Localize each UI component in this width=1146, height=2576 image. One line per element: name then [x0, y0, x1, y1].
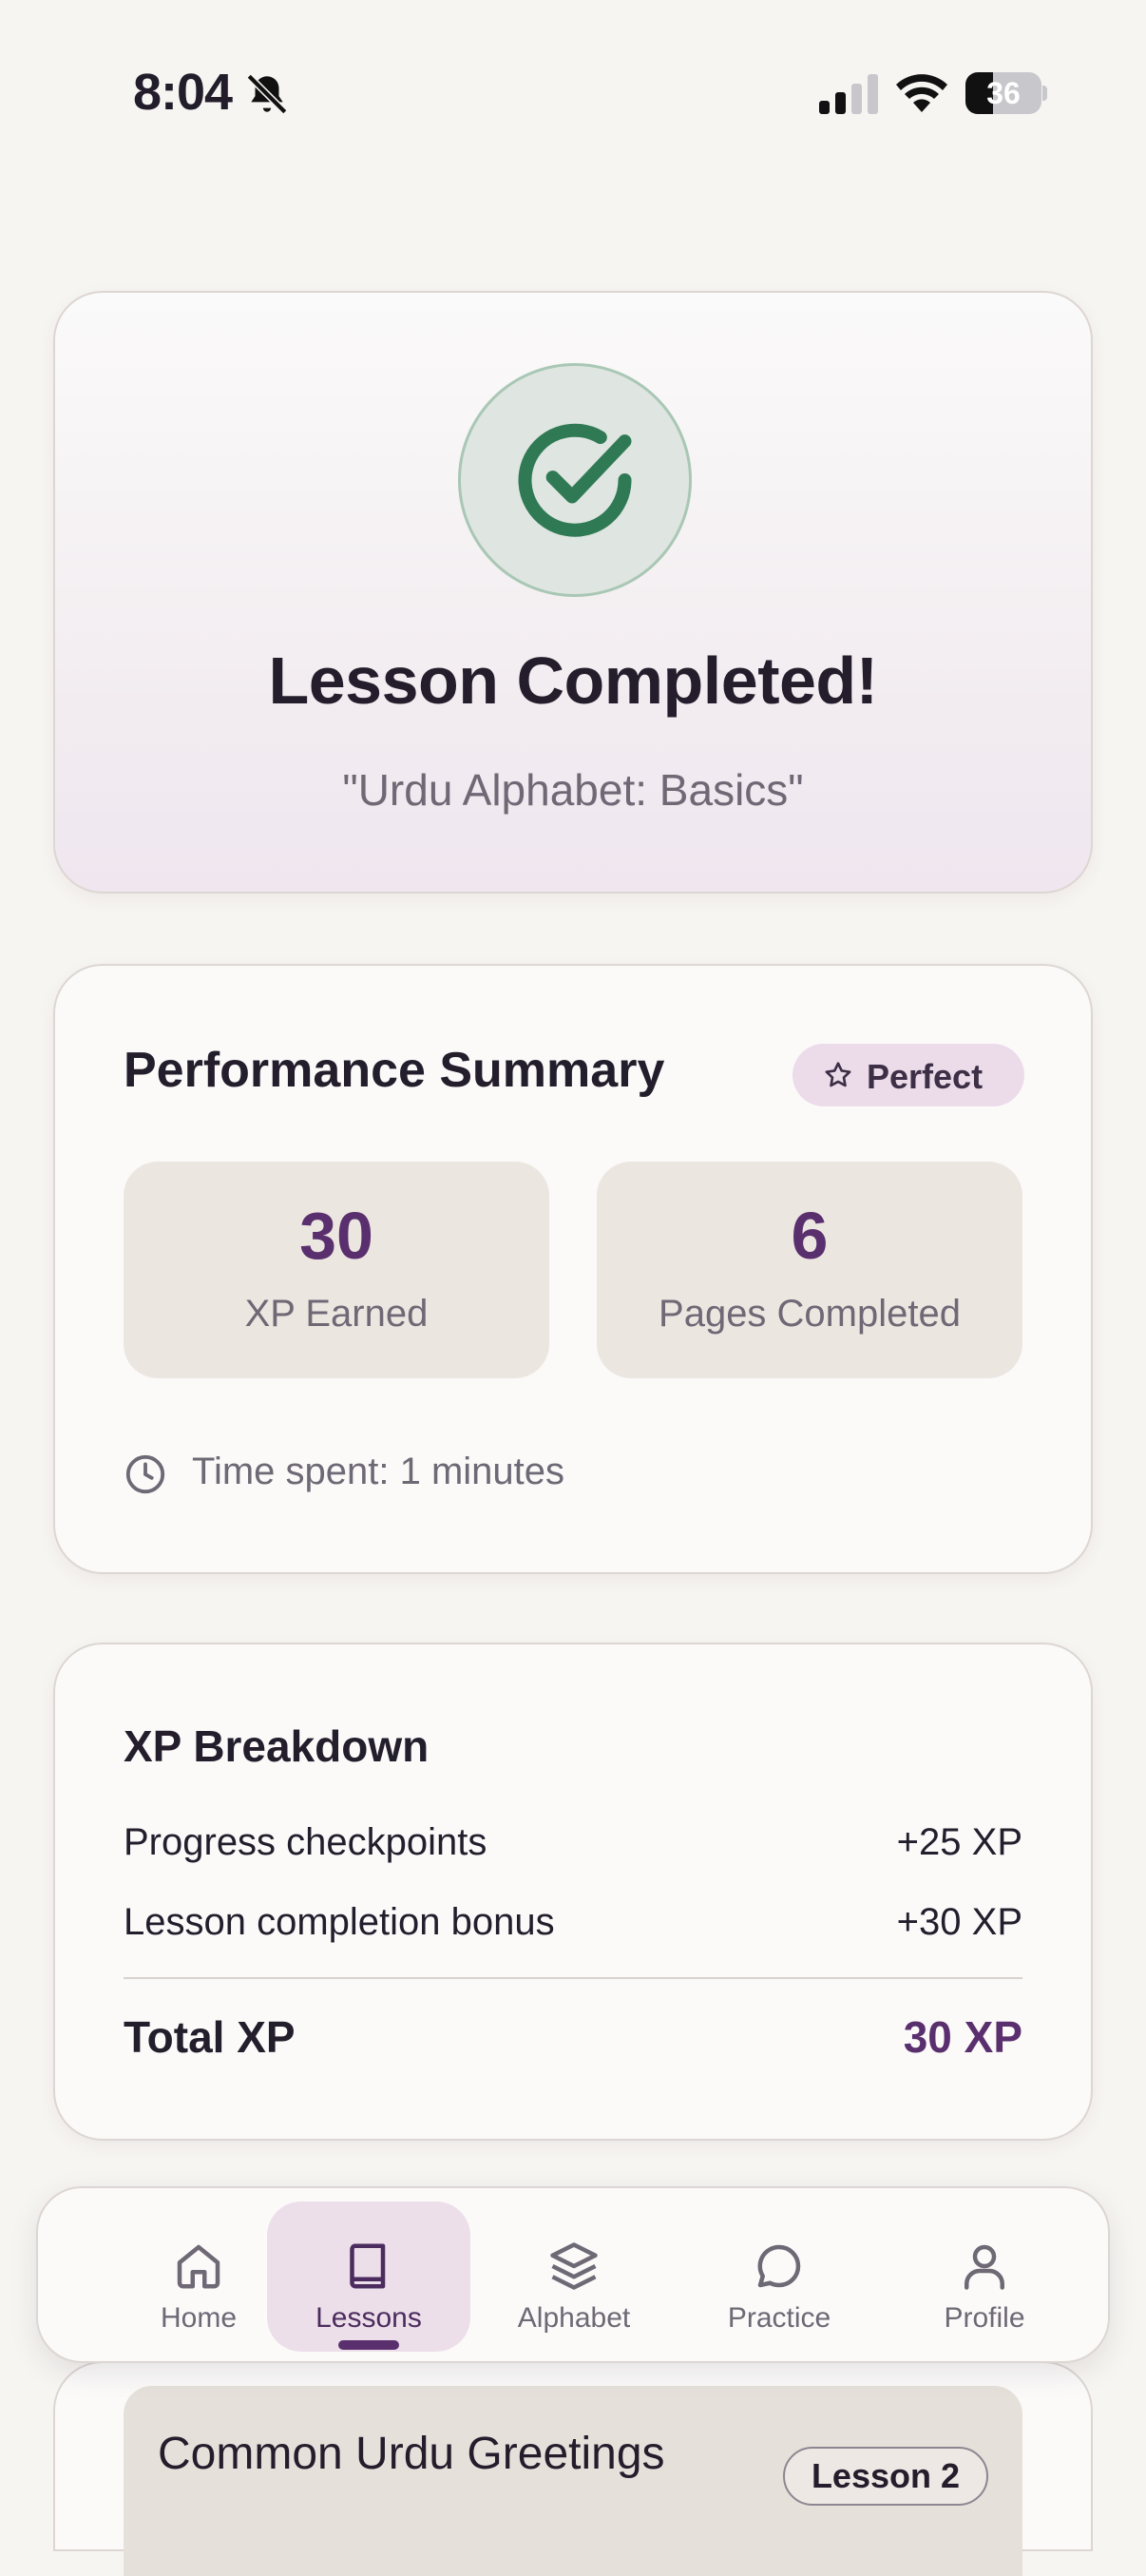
- check-circle-icon: [518, 423, 632, 537]
- stat-value: 30: [299, 1199, 373, 1273]
- tab-label: Practice: [727, 2302, 831, 2334]
- divider: [124, 1977, 1022, 1979]
- battery-icon: 36: [965, 72, 1047, 114]
- completion-title: Lesson Completed!: [268, 644, 878, 718]
- battery-level: 36: [986, 76, 1021, 110]
- cellular-signal-icon: [819, 74, 878, 114]
- success-badge: [458, 363, 692, 597]
- xp-breakdown-heading: XP Breakdown: [124, 1721, 430, 1771]
- wifi-icon: [896, 74, 947, 112]
- xp-breakdown-card: XP Breakdown Progress checkpoints +25 XP…: [53, 1643, 1093, 2141]
- tab-practice[interactable]: Practice: [678, 2201, 881, 2352]
- xp-row: Lesson completion bonus +30 XP: [124, 1901, 1022, 1944]
- status-bar: 8:04 36: [0, 0, 1146, 190]
- stat-label: Pages Completed: [659, 1293, 961, 1335]
- stat-label: XP Earned: [244, 1293, 429, 1335]
- tab-alphabet[interactable]: Alphabet: [472, 2201, 676, 2352]
- book-icon: [350, 2243, 386, 2289]
- tab-label: Lessons: [315, 2302, 422, 2334]
- bell-muted-icon: [246, 73, 288, 115]
- xp-row-label: Progress checkpoints: [124, 1821, 487, 1863]
- xp-earned-stat: 30 XP Earned: [124, 1162, 549, 1378]
- stat-value: 6: [791, 1199, 829, 1273]
- next-lesson-card: Common Urdu Greetings Lesson 2: [53, 2361, 1093, 2576]
- next-lesson-item[interactable]: Common Urdu Greetings Lesson 2: [124, 2386, 1022, 2576]
- xp-row-amount: +25 XP: [896, 1821, 1022, 1863]
- xp-total-amount: 30 XP: [903, 2012, 1022, 2062]
- xp-row: Progress checkpoints +25 XP: [124, 1821, 1022, 1864]
- xp-total-label: Total XP: [124, 2012, 296, 2062]
- active-tab-indicator: [338, 2340, 399, 2350]
- lesson-number-badge: Lesson 2: [782, 2447, 988, 2506]
- completion-card: Lesson Completed! "Urdu Alphabet: Basics…: [53, 291, 1093, 894]
- clock-icon: [125, 1454, 165, 1494]
- tab-lessons[interactable]: Lessons: [267, 2201, 470, 2352]
- pages-completed-stat: 6 Pages Completed: [597, 1162, 1022, 1378]
- next-lesson-title: Common Urdu Greetings: [158, 2429, 665, 2479]
- badge-label: Perfect: [867, 1057, 984, 1096]
- home-icon: [177, 2244, 220, 2289]
- performance-summary-card: Performance Summary Perfect 30 XP Earned…: [53, 964, 1093, 1574]
- xp-row-amount: +30 XP: [896, 1901, 1022, 1943]
- chat-bubble-icon: [757, 2244, 801, 2288]
- status-time: 8:04: [133, 64, 233, 121]
- tab-profile[interactable]: Profile: [883, 2201, 1086, 2352]
- tab-label: Profile: [944, 2302, 1025, 2334]
- user-icon: [965, 2244, 1004, 2290]
- lesson-name: "Urdu Alphabet: Basics": [342, 765, 804, 815]
- performance-heading: Performance Summary: [124, 1043, 665, 1098]
- layers-icon: [550, 2242, 598, 2290]
- xp-total-row: Total XP 30 XP: [124, 2011, 1022, 2063]
- xp-row-label: Lesson completion bonus: [124, 1901, 555, 1943]
- perfect-badge: Perfect: [793, 1044, 1024, 1106]
- star-icon: [825, 1062, 851, 1087]
- bottom-tab-bar: Home Lessons Alphabet Practice Profile: [36, 2186, 1110, 2363]
- time-spent: Time spent: 1 minutes: [192, 1451, 565, 1492]
- tab-label: Alphabet: [517, 2302, 631, 2334]
